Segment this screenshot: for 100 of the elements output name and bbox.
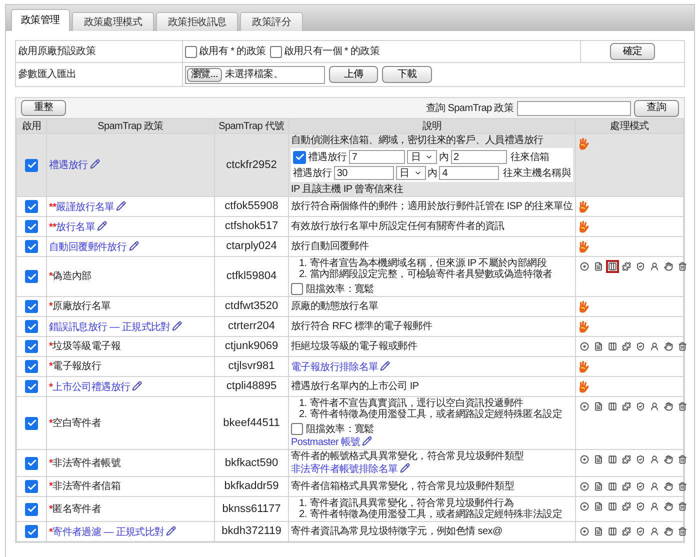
hand-gesture-icon[interactable]	[578, 137, 590, 151]
columns-icon[interactable]	[606, 480, 619, 493]
hand-icon[interactable]	[662, 260, 675, 273]
browse-button[interactable]: 瀏覽...	[187, 68, 222, 82]
unit-dropdown[interactable]: 日	[396, 166, 426, 180]
checkbox[interactable]	[25, 320, 38, 333]
hand-gesture-icon[interactable]	[578, 200, 590, 214]
checkbox[interactable]	[25, 200, 38, 213]
policy-link[interactable]: 上市公司禮遇放行	[52, 382, 130, 392]
pencil-icon[interactable]	[116, 200, 126, 210]
search-button[interactable]: 查詢	[634, 100, 679, 116]
tab[interactable]: 政策管理	[11, 9, 70, 31]
upload-button[interactable]: 上傳	[329, 66, 378, 83]
pencil-icon[interactable]	[362, 436, 372, 446]
columns-icon[interactable]	[606, 453, 619, 466]
user-icon[interactable]	[648, 453, 661, 466]
disc-icon[interactable]	[578, 400, 591, 413]
puzzle-icon[interactable]	[620, 400, 633, 413]
checkbox[interactable]	[25, 525, 38, 538]
count-field[interactable]: 2	[450, 150, 507, 164]
disc-icon[interactable]	[578, 340, 591, 353]
hand-gesture-icon[interactable]	[578, 360, 590, 374]
checkbox[interactable]	[25, 480, 38, 493]
checkbox[interactable]	[185, 46, 197, 58]
days-field[interactable]: 7	[348, 150, 405, 164]
unit-dropdown[interactable]: 日	[406, 150, 437, 164]
checkbox[interactable]	[25, 360, 38, 373]
checkbox[interactable]	[25, 416, 38, 430]
checkbox[interactable]	[25, 270, 38, 283]
columns-icon[interactable]	[606, 260, 619, 273]
checkbox[interactable]	[25, 502, 38, 516]
hand-gesture-icon[interactable]	[578, 240, 590, 254]
checkbox[interactable]	[25, 158, 38, 172]
document-icon[interactable]	[592, 453, 605, 466]
document-icon[interactable]	[592, 480, 605, 493]
trash-icon[interactable]	[676, 453, 689, 466]
pencil-icon[interactable]	[400, 463, 410, 473]
document-icon[interactable]	[592, 525, 605, 538]
hand-gesture-icon[interactable]	[578, 220, 590, 234]
hand-gesture-icon[interactable]	[578, 300, 590, 314]
count-field[interactable]: 4	[439, 166, 500, 180]
shield-icon[interactable]	[634, 453, 647, 466]
table-row[interactable]: *寄件者過濾 — 正規式比對 bkdh372119 寄件者資訊為常見垃圾特徵字元，例如色情 sex@	[16, 522, 684, 542]
shield-icon[interactable]	[634, 340, 647, 353]
tab[interactable]: 政策評分	[240, 12, 304, 31]
hand-icon[interactable]	[662, 453, 675, 466]
hand-icon[interactable]	[662, 500, 675, 513]
hand-icon[interactable]	[662, 525, 675, 538]
disc-icon[interactable]	[578, 500, 591, 513]
table-row[interactable]: 禮遇放行 ctckfr2952 自動偵測往來信箱、網域，密切往來的客戶、人員禮遇放行 禮遇放行 7 日 內 2 往來信箱 禮遇放行 30 日 內 4 往來主機名稱與 IP 且該主機 IP 曾寄信來往	[16, 134, 684, 196]
document-icon[interactable]	[592, 400, 605, 413]
user-icon[interactable]	[648, 260, 661, 273]
tab[interactable]: 政策拒收訊息	[156, 12, 238, 31]
checkbox[interactable]	[25, 456, 38, 470]
table-row[interactable]: *電子報放行 ctjlsvr981 電子報放行排除名單	[16, 356, 684, 376]
trash-icon[interactable]	[676, 500, 689, 513]
policy-link[interactable]: 禮遇放行	[49, 160, 88, 171]
hand-icon[interactable]	[662, 480, 675, 493]
table-row[interactable]: **放行名單 ctfshok517 有效放行放行名單中所設定任何有關寄件者的資訊	[16, 216, 684, 236]
download-button[interactable]: 下載	[382, 66, 432, 83]
user-icon[interactable]	[648, 400, 661, 413]
checkbox[interactable]	[25, 220, 38, 233]
user-icon[interactable]	[648, 500, 661, 513]
trash-icon[interactable]	[676, 340, 689, 353]
table-row[interactable]: 自動回覆郵件放行 ctarply024 放行自動回覆郵件	[16, 236, 684, 256]
pencil-icon[interactable]	[128, 240, 139, 250]
checkbox[interactable]	[25, 240, 38, 253]
tab[interactable]: 政策處理模式	[72, 12, 154, 31]
table-row[interactable]: *原廠放行名單 ctdfwt3520 原廠的動態放行名單	[16, 296, 684, 316]
table-row[interactable]: 錯誤訊息放行 — 正規式比對 ctrterr204 放行符合 RFC 標準的電子報郵件	[16, 316, 684, 336]
shield-icon[interactable]	[634, 480, 647, 493]
table-row[interactable]: **嚴謹放行名單 ctfok55908 放行符合兩個條件的郵件；適用於放行郵件託管在 ISP 的往來單位	[16, 196, 684, 216]
checkbox[interactable]	[25, 300, 38, 313]
days-field[interactable]: 30	[334, 166, 394, 180]
table-row[interactable]: *偽造內部 ctfkl59804 1. 寄件者宣告為本機網域名稱，但來源 IP 不屬於內部網段 2. 當內部網段設定完整，可檢驗寄件者具變數或偽造特徵者 阻擋效率：寬鬆	[16, 256, 684, 296]
refresh-button[interactable]: 重整	[21, 100, 66, 116]
link[interactable]: 非法寄件者帳號排除名單	[291, 464, 398, 475]
table-row[interactable]: *非法寄件者帳號 bkfkact590 寄件者的帳號格式具異常變化，符合常見垃圾郵件類型 非法寄件者帳號排除名單	[16, 450, 684, 476]
disc-icon[interactable]	[578, 260, 591, 273]
shield-icon[interactable]	[634, 260, 647, 273]
puzzle-icon[interactable]	[620, 525, 633, 538]
table-row[interactable]: *匿名寄件者 bknss61177 1. 寄件者資訊具異常變化，符合常見垃圾郵件行為 2. 寄件者特徵為使用濫發工具，或者網路設定經特殊非法設定	[16, 496, 684, 522]
checkbox[interactable]	[291, 423, 303, 435]
checkbox[interactable]	[291, 283, 303, 295]
columns-icon[interactable]	[606, 500, 619, 513]
table-row[interactable]: *垃圾等級電子報 ctjunk9069 拒絕垃圾等級的電子報或郵件	[16, 336, 684, 356]
pencil-icon[interactable]	[172, 320, 182, 330]
puzzle-icon[interactable]	[620, 260, 633, 273]
policy-link[interactable]: 放行名單	[56, 222, 95, 232]
hand-gesture-icon[interactable]	[578, 320, 590, 334]
checkbox[interactable]	[25, 340, 38, 353]
columns-icon[interactable]	[606, 340, 619, 353]
document-icon[interactable]	[592, 340, 605, 353]
columns-icon[interactable]	[606, 525, 619, 538]
file-field[interactable]: 瀏覽... 未選擇檔案。	[185, 66, 325, 84]
hand-icon[interactable]	[662, 400, 675, 413]
pencil-icon[interactable]	[380, 360, 390, 370]
link[interactable]: 電子報放行排除名單	[291, 362, 378, 372]
document-icon[interactable]	[592, 260, 605, 273]
table-row[interactable]: *上市公司禮遇放行 ctpli48895 禮遇放行名單內的上市公司 IP	[16, 376, 684, 396]
